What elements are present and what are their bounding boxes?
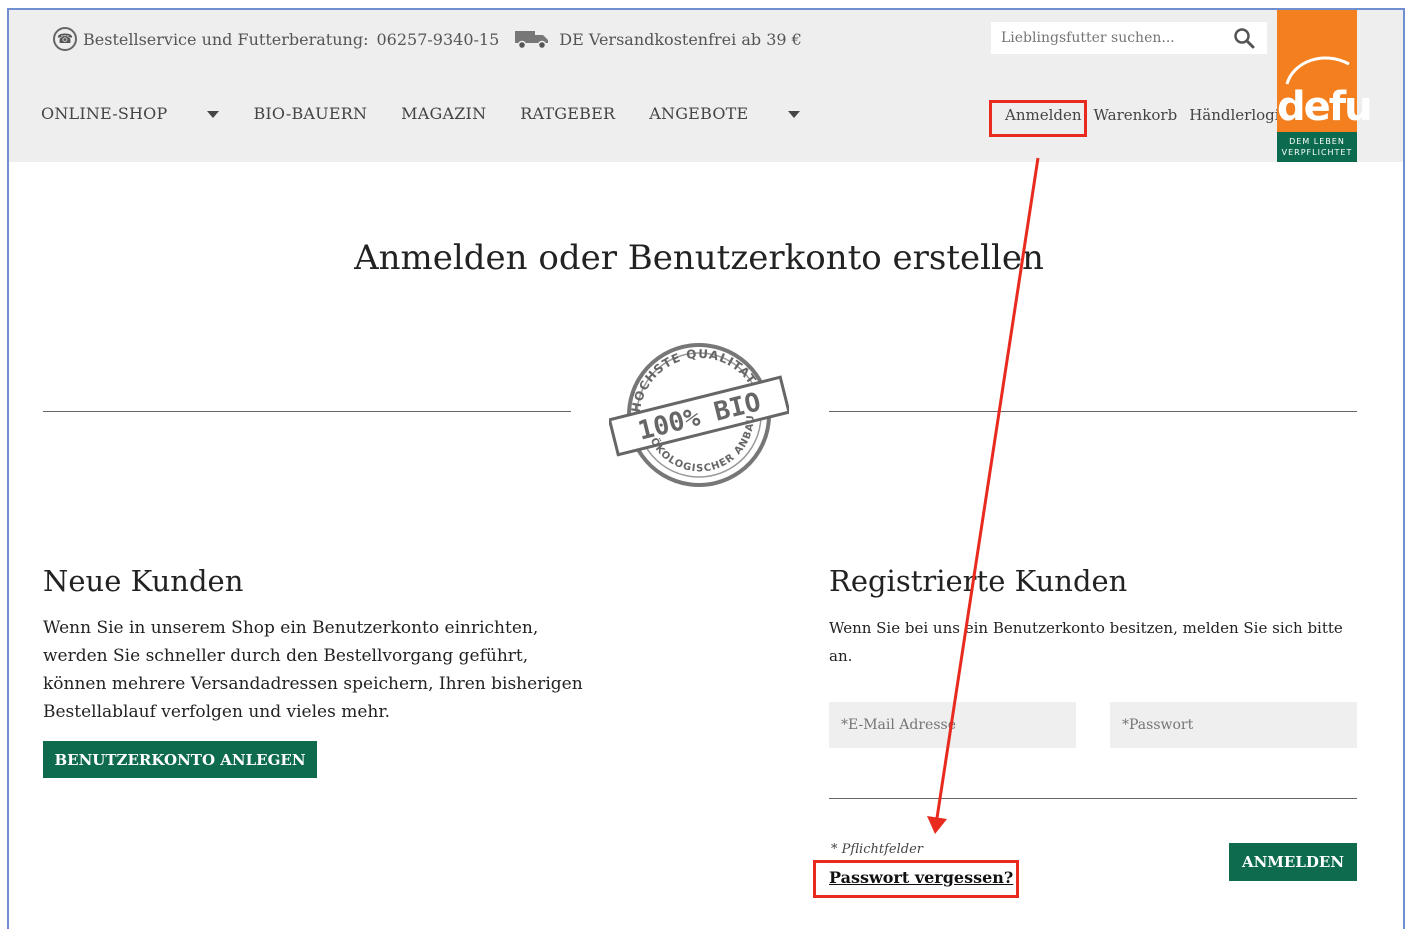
browser-frame: ☎ Bestellservice und Futterberatung: 062… — [7, 8, 1405, 929]
annotation-arrow — [927, 157, 1040, 834]
